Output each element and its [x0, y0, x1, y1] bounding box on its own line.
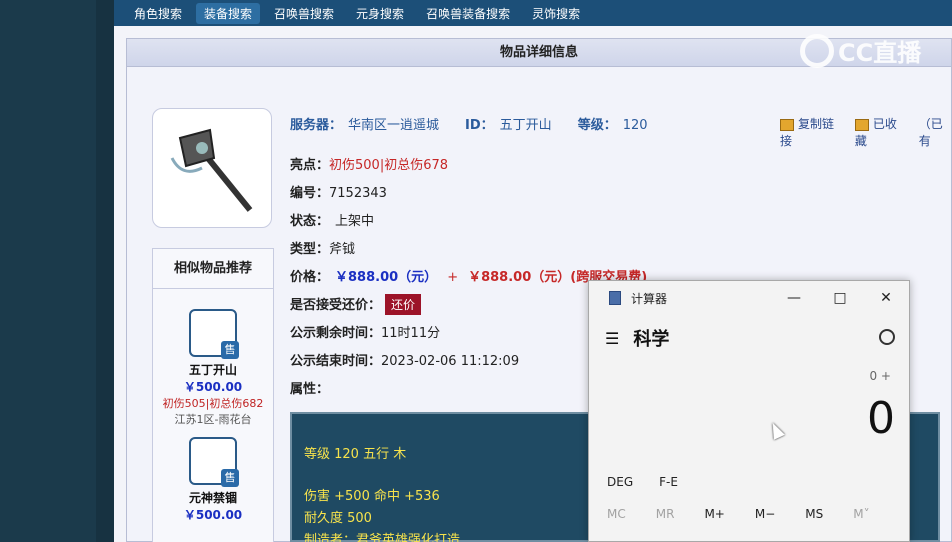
- item-info-row: 服务器： 华南区一逍遥城 ID： 五丁开山 等级： 120: [290, 114, 648, 133]
- weapon-icon: 售: [189, 437, 239, 487]
- item-actions: 复制链接 已收藏 （已有: [780, 115, 952, 149]
- favorite-icon: [854, 118, 869, 131]
- history-icon[interactable]: [879, 329, 895, 345]
- left-strip: [96, 0, 114, 542]
- deg-button[interactable]: DEG: [607, 475, 633, 489]
- similar-item-server: 江苏1区-雨花台: [174, 413, 252, 426]
- sale-badge: 售: [221, 341, 239, 359]
- similar-title: 相似物品推荐: [153, 249, 273, 289]
- axe-icon: 售: [189, 309, 239, 359]
- server-info: 服务器： 华南区一逍遥城: [290, 118, 440, 133]
- window-controls: — □ ✕: [771, 281, 909, 315]
- tab-equipment-search[interactable]: 装备搜索: [196, 2, 261, 24]
- similar-item-name: 元神禁锢: [188, 491, 237, 505]
- top-nav: 角色搜索 装备搜索 召唤兽搜索 元身搜索 召唤兽装备搜索 灵饰搜索: [114, 0, 952, 26]
- mr-button[interactable]: MR: [656, 507, 675, 521]
- calculator-mode: ☰ 科学: [605, 325, 669, 351]
- menu-icon[interactable]: ☰: [605, 329, 619, 348]
- m-dropdown-button[interactable]: M˅: [853, 507, 869, 521]
- left-background: [0, 0, 96, 542]
- calculator-title: 计算器: [631, 291, 668, 306]
- m-plus-button[interactable]: M+: [704, 507, 724, 521]
- calculator-window: 计算器 — □ ✕ ☰ 科学 0 + 0 DEG F-E MC MR M+ M−…: [588, 280, 910, 542]
- calculator-display: 0: [867, 393, 895, 444]
- close-button[interactable]: ✕: [863, 281, 909, 315]
- remain-time-row: 公示剩余时间：11时11分: [290, 326, 441, 341]
- sale-badge: 售: [221, 469, 239, 487]
- tab-ornament-search[interactable]: 灵饰搜索: [524, 3, 588, 24]
- ms-button[interactable]: MS: [805, 507, 823, 521]
- tab-summon-equipment-search[interactable]: 召唤兽装备搜索: [418, 3, 518, 24]
- m-minus-button[interactable]: M−: [755, 507, 775, 521]
- counter-offer-row: 是否接受还价： 还价: [290, 294, 422, 315]
- similar-item-price: ￥500.00: [183, 380, 243, 394]
- item-image: [152, 108, 272, 228]
- axe-icon: [170, 128, 253, 212]
- minimize-button[interactable]: —: [771, 281, 817, 315]
- id-info: ID： 五丁开山: [465, 118, 552, 133]
- maximize-button[interactable]: □: [817, 281, 863, 315]
- fe-button[interactable]: F-E: [659, 475, 678, 489]
- similar-items: 相似物品推荐 售 五丁开山 ￥500.00 初伤505|初总伤682 江苏1区-…: [152, 248, 274, 542]
- tab-summon-search[interactable]: 召唤兽搜索: [266, 3, 342, 24]
- mode-title: 科学: [633, 329, 670, 350]
- cc-logo-icon: [800, 33, 834, 68]
- tab-avatar-search[interactable]: 元身搜索: [348, 3, 412, 24]
- calculator-angle-row: DEG F-E: [607, 475, 678, 489]
- level-info: 等级： 120: [577, 118, 648, 133]
- calculator-memory-row: MC MR M+ M− MS M˅: [607, 507, 870, 521]
- end-time-row: 公示结束时间：2023-02-06 11:12:09: [290, 354, 520, 369]
- attr-row: 属性：: [290, 382, 330, 397]
- tab-role-search[interactable]: 角色搜索: [126, 3, 190, 24]
- similar-item[interactable]: 售 五丁开山 ￥500.00 初伤505|初总伤682 江苏1区-雨花台: [153, 309, 273, 427]
- calculator-app-icon: [609, 291, 621, 305]
- similar-item-name: 五丁开山: [188, 363, 237, 377]
- number-row: 编号：7152343: [290, 186, 387, 201]
- copy-link-button[interactable]: 复制链接: [780, 115, 841, 149]
- link-icon: [780, 118, 794, 131]
- mc-button[interactable]: MC: [607, 507, 626, 521]
- cc-live-watermark: CC直播: [800, 33, 921, 68]
- extra-info: （已有: [918, 117, 943, 148]
- type-row: 类型：斧钺: [290, 242, 356, 257]
- calculator-expression: 0 +: [869, 369, 891, 383]
- favorite-button[interactable]: 已收藏: [854, 115, 905, 149]
- similar-item-attr: 初伤505|初总伤682: [162, 397, 264, 410]
- similar-item-price: ￥500.00: [183, 508, 243, 522]
- similar-item[interactable]: 售 元神禁锢 ￥500.00: [153, 437, 273, 523]
- status-row: 状态： 上架中: [290, 214, 375, 229]
- highlight-row: 亮点：初伤500|初总伤678: [290, 158, 449, 173]
- counter-offer-button[interactable]: 还价: [385, 294, 422, 315]
